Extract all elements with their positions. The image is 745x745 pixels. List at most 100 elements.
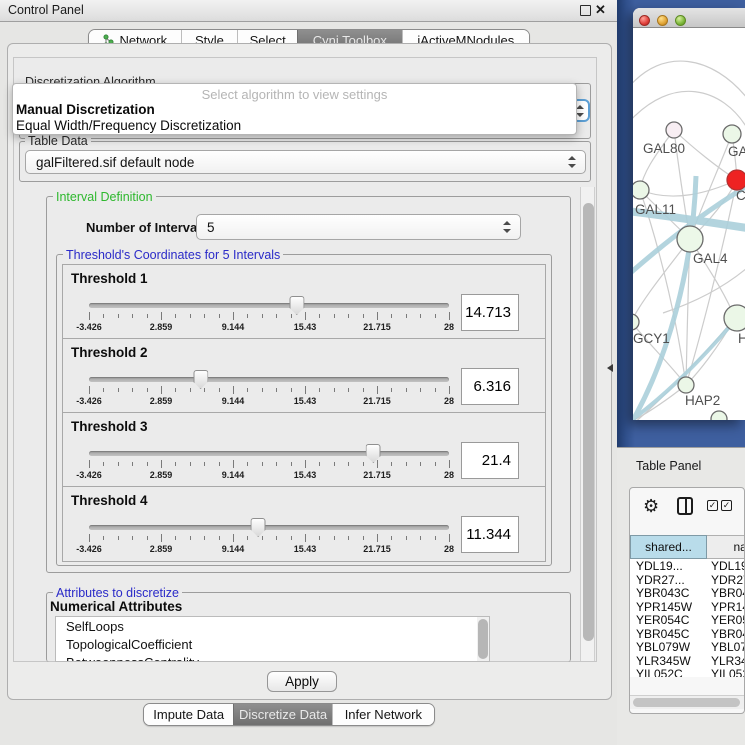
cell-name[interactable]: YLR345W [707, 654, 745, 668]
slider-track[interactable] [89, 451, 449, 456]
table-panel-region: Table Panel ⚙ ✓ ✓ shared... name YDL19..… [617, 447, 745, 745]
cell-shared-name[interactable]: YBR043C [630, 586, 707, 600]
menu-item-manual-discretization[interactable]: Manual Discretization [16, 102, 155, 117]
tick-label: -3.426 [76, 396, 102, 406]
threshold-1-value-field[interactable]: 14.713 [461, 294, 519, 331]
cell-shared-name[interactable]: YLR345W [630, 654, 707, 668]
table-row[interactable]: YER054CYER054C [630, 613, 745, 627]
tab-impute-data-label: Impute Data [153, 707, 224, 722]
slider-track[interactable] [89, 303, 449, 308]
cell-shared-name[interactable]: YBR045C [630, 627, 707, 641]
table-data-combobox[interactable]: galFiltered.sif default node [25, 150, 586, 174]
tick-mark [305, 534, 306, 542]
column-header-shared-name[interactable]: shared... [630, 535, 707, 559]
network-view-window[interactable]: GAL80GACGAL11GAL4GCY1HHAP2 [633, 8, 745, 420]
table-row[interactable]: YPR145WYPR145W [630, 600, 745, 614]
attribute-item[interactable]: SelfLoops [56, 617, 489, 635]
network-node[interactable] [711, 411, 727, 420]
float-panel-icon[interactable] [580, 5, 591, 16]
attribute-item[interactable]: TopologicalCoefficient [56, 635, 489, 653]
network-node[interactable] [678, 377, 694, 393]
network-node[interactable] [633, 314, 639, 330]
scrollbar-thumb[interactable] [583, 203, 594, 641]
tick-mark [406, 536, 407, 540]
popup-placeholder: Select algorithm to view settings [13, 87, 576, 102]
cell-name[interactable]: YDL19 [707, 559, 745, 573]
network-node[interactable] [633, 181, 649, 199]
table-horizontal-scrollbar[interactable] [630, 695, 745, 709]
checkbox-icon[interactable]: ✓ [721, 500, 732, 511]
cell-name[interactable]: YER054C [707, 613, 745, 627]
table-row[interactable]: YIL052CYIL052C [630, 667, 745, 677]
cell-shared-name[interactable]: YDL19... [630, 559, 707, 573]
table-row[interactable]: YBR043CYBR043C [630, 586, 745, 600]
table-row[interactable]: YLR345WYLR345W [630, 654, 745, 668]
tab-discretize-data[interactable]: Discretize Data [233, 704, 331, 725]
network-node[interactable] [723, 125, 741, 143]
attributes-list-scrollbar[interactable] [477, 617, 489, 661]
tick-mark [89, 460, 90, 468]
threshold-2-value-field[interactable]: 6.316 [461, 368, 519, 405]
table-row[interactable]: YDR27...YDR27 [630, 573, 745, 587]
tab-infer-network[interactable]: Infer Network [332, 704, 434, 725]
tick-mark [147, 462, 148, 466]
column-header-name[interactable]: name [707, 535, 745, 559]
node-label: HAP2 [685, 393, 720, 408]
apply-button[interactable]: Apply [267, 671, 337, 692]
cell-name[interactable]: YIL052C [707, 667, 745, 677]
minimize-traffic-light-icon[interactable] [657, 15, 668, 26]
attribute-item[interactable]: BetweennessCentrality [56, 653, 489, 662]
cell-name[interactable]: YBR043C [707, 586, 745, 600]
scrollbar-thumb[interactable] [633, 698, 740, 707]
scrollbar-thumb[interactable] [478, 619, 488, 659]
number-of-intervals-combobox[interactable]: 5 [196, 214, 521, 240]
threshold-3-slider[interactable]: -3.4262.8599.14415.4321.71528 [89, 441, 449, 485]
network-node[interactable] [727, 170, 745, 190]
threshold-4-slider[interactable]: -3.4262.8599.14415.4321.71528 [89, 515, 449, 559]
slider-track[interactable] [89, 525, 449, 530]
cell-shared-name[interactable]: YPR145W [630, 600, 707, 614]
tick-label: -3.426 [76, 322, 102, 332]
numerical-attributes-list[interactable]: SelfLoopsTopologicalCoefficientBetweenne… [55, 616, 490, 662]
close-icon[interactable]: ✕ [595, 2, 606, 18]
close-traffic-light-icon[interactable] [639, 15, 650, 26]
network-canvas[interactable]: GAL80GACGAL11GAL4GCY1HHAP2 [633, 28, 745, 420]
table-row[interactable]: YBR045CYBR045C [630, 627, 745, 641]
threshold-4-label: Threshold 4 [71, 493, 148, 508]
cell-shared-name[interactable]: YIL052C [630, 667, 707, 677]
tick-mark [276, 536, 277, 540]
cell-shared-name[interactable]: YER054C [630, 613, 707, 627]
cell-name[interactable]: YBL079W [707, 640, 745, 654]
threshold-2-slider[interactable]: -3.4262.8599.14415.4321.71528 [89, 367, 449, 411]
network-node[interactable] [677, 226, 703, 252]
network-window-titlebar[interactable] [633, 8, 745, 28]
cell-shared-name[interactable]: YDR27... [630, 573, 707, 587]
tick-mark [449, 386, 450, 394]
table-row[interactable]: YBL079WYBL079W [630, 640, 745, 654]
cell-name[interactable]: YBR045C [707, 627, 745, 641]
threshold-4-value-field[interactable]: 11.344 [461, 516, 519, 553]
tab-impute-data[interactable]: Impute Data [144, 704, 233, 725]
cell-name[interactable]: YPR145W [707, 600, 745, 614]
network-node[interactable] [724, 305, 745, 331]
checkbox-icon[interactable]: ✓ [707, 500, 718, 511]
tick-mark [435, 536, 436, 540]
tick-mark [291, 388, 292, 392]
cell-shared-name[interactable]: YBL079W [630, 640, 707, 654]
tick-mark [377, 312, 378, 320]
zoom-traffic-light-icon[interactable] [675, 15, 686, 26]
slider-track[interactable] [89, 377, 449, 382]
menu-item-equal-width-frequency[interactable]: Equal Width/Frequency Discretization [16, 118, 241, 133]
tick-mark [204, 388, 205, 392]
threshold-1-slider[interactable]: -3.4262.8599.14415.4321.71528 [89, 293, 449, 337]
tick-mark [291, 462, 292, 466]
gear-icon[interactable]: ⚙ [643, 496, 659, 517]
table-row[interactable]: YDL19...YDL19 [630, 559, 745, 573]
settings-scrollbar[interactable] [580, 187, 595, 661]
cell-name[interactable]: YDR27 [707, 573, 745, 587]
split-columns-icon[interactable] [677, 497, 693, 515]
threshold-2-label: Threshold 2 [71, 345, 148, 360]
tick-mark [190, 536, 191, 540]
network-node[interactable] [666, 122, 682, 138]
threshold-3-value-field[interactable]: 21.4 [461, 442, 519, 479]
